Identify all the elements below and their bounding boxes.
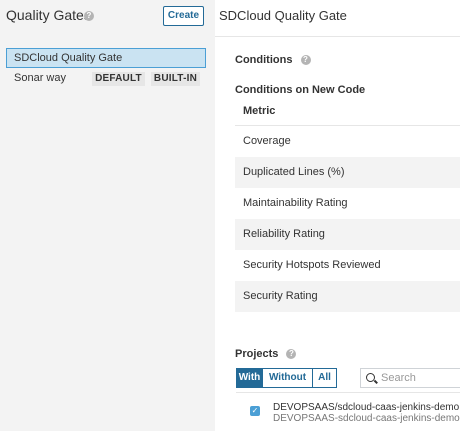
filter-all-button[interactable]: All <box>312 368 337 388</box>
search-placeholder: Search <box>381 372 416 384</box>
project-name: DEVOPSAAS/sdcloud-caas-jenkins-demo <box>273 402 460 413</box>
condition-row: Duplicated Lines (%) <box>235 157 460 188</box>
quality-gates-sidebar: Quality Gates ? Create SDCloud Quality G… <box>0 0 215 431</box>
sidebar-title: Quality Gates <box>6 7 91 23</box>
project-list: ✓ DEVOPSAAS/sdcloud-caas-jenkins-demo DE… <box>236 392 460 432</box>
condition-row: Security Rating <box>235 281 460 312</box>
condition-row: Security Hotspots Reviewed <box>243 259 381 271</box>
help-icon[interactable]: ? <box>300 55 311 65</box>
detail-header: SDCloud Quality Gate <box>215 0 460 37</box>
filter-without-button[interactable]: Without <box>262 368 313 388</box>
condition-row: Reliability Rating <box>235 219 460 250</box>
quality-gate-detail: SDCloud Quality Gate Conditions ? Condit… <box>215 0 460 431</box>
built-in-badge: BUILT-IN <box>150 72 200 86</box>
conditions-title-label: Conditions <box>235 54 293 66</box>
gate-item-label: SDCloud Quality Gate <box>14 52 123 64</box>
filter-with-button[interactable]: With <box>236 368 263 388</box>
sidebar-header: Quality Gates ? Create <box>0 0 215 32</box>
project-key: DEVOPSAAS-sdcloud-caas-jenkins-demo <box>273 413 460 424</box>
projects-title-label: Projects <box>235 348 279 360</box>
default-badge: DEFAULT <box>92 72 145 86</box>
gate-item-sdcloud[interactable]: SDCloud Quality Gate <box>6 48 206 68</box>
condition-row: Maintainability Rating <box>243 197 348 209</box>
page-title: SDCloud Quality Gate <box>219 8 347 23</box>
help-icon[interactable]: ? <box>286 349 297 359</box>
conditions-table: Metric Coverage Duplicated Lines (%) Mai… <box>235 98 460 312</box>
condition-row: Coverage <box>243 135 291 147</box>
metric-column-header: Metric <box>235 98 460 126</box>
gate-list: SDCloud Quality Gate Sonar way DEFAULT B… <box>6 48 206 88</box>
help-icon[interactable]: ? <box>84 11 94 21</box>
conditions-new-code-title: Conditions on New Code <box>235 84 366 96</box>
search-icon <box>366 373 375 382</box>
gate-item-label: Sonar way <box>14 72 66 84</box>
conditions-title: Conditions ? <box>235 54 311 66</box>
project-search-input[interactable]: Search <box>360 368 460 388</box>
check-icon[interactable]: ✓ <box>250 406 260 416</box>
create-button[interactable]: Create <box>163 6 204 26</box>
gate-item-sonar-way[interactable]: Sonar way DEFAULT BUILT-IN <box>6 68 206 88</box>
projects-title: Projects ? <box>235 348 297 360</box>
gate-tags: DEFAULT BUILT-IN <box>89 68 200 88</box>
